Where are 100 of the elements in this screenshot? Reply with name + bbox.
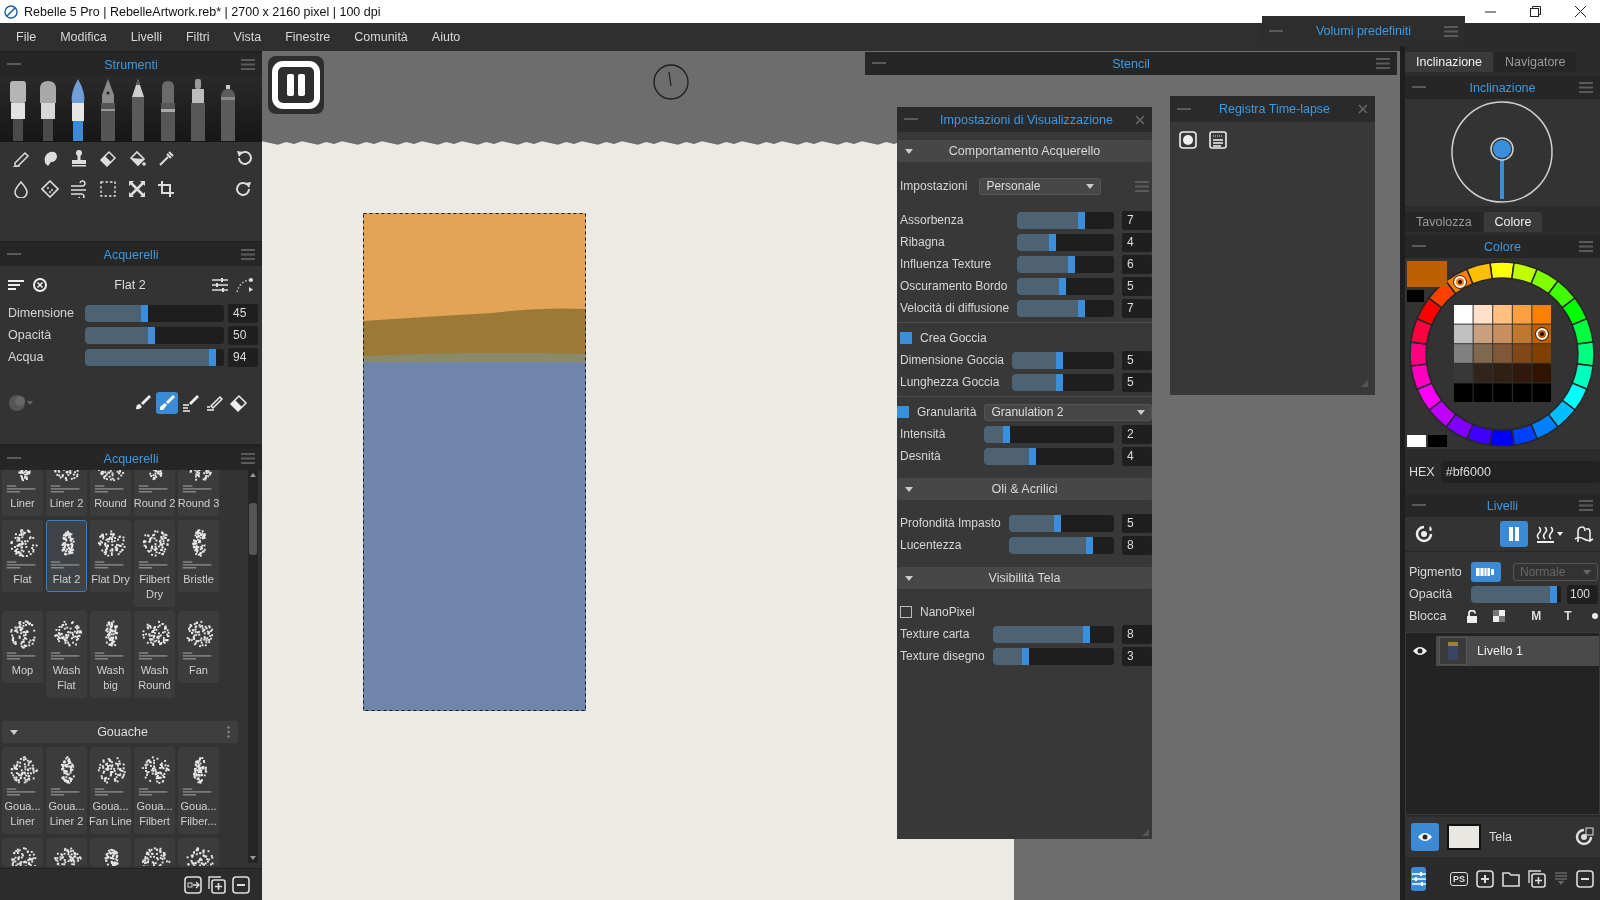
checkbox[interactable] xyxy=(900,606,912,618)
reset-icon[interactable] xyxy=(32,277,48,293)
drop-icon[interactable] xyxy=(11,179,30,198)
section-header[interactable]: Visibilità Tela xyxy=(897,567,1152,589)
brush-tile[interactable]: Mop xyxy=(2,611,43,683)
eraser-icon[interactable] xyxy=(98,148,117,167)
redo-icon[interactable] xyxy=(234,179,253,198)
color-wheel[interactable] xyxy=(1409,261,1595,447)
menu-item[interactable]: Comunità xyxy=(348,26,414,48)
slider[interactable] xyxy=(1012,373,1114,391)
curve-path-icon[interactable] xyxy=(236,277,254,293)
fountain-icon[interactable] xyxy=(1574,524,1594,544)
undo-icon[interactable] xyxy=(234,148,253,167)
secondary-color-swatch[interactable] xyxy=(1407,290,1424,302)
checkbox[interactable] xyxy=(897,406,909,418)
value-field[interactable]: 2 xyxy=(1122,424,1152,444)
brush-tile[interactable]: Wash Round xyxy=(134,611,175,698)
value-field[interactable]: 4 xyxy=(1122,446,1152,466)
lock-toggle[interactable]: M xyxy=(1527,609,1546,623)
brush-tile[interactable]: Fan xyxy=(178,611,219,683)
duplicate-icon[interactable] xyxy=(208,875,226,894)
group-header[interactable]: Gouache xyxy=(2,721,238,743)
value-field[interactable]: 4 xyxy=(1122,232,1152,252)
slider[interactable] xyxy=(992,647,1114,665)
menu-item[interactable]: Modifica xyxy=(54,26,113,48)
brush-tile[interactable]: Round 2 xyxy=(134,470,175,516)
menu-item[interactable]: Finestre xyxy=(279,26,337,48)
remove-icon[interactable] xyxy=(232,875,250,894)
steam-icon[interactable] xyxy=(1536,525,1564,543)
dropdown[interactable]: Personale xyxy=(979,177,1102,195)
brush-tile[interactable]: Goua... Fan Line xyxy=(90,747,131,834)
lock-toggle[interactable]: T xyxy=(1560,609,1576,623)
brush-tile[interactable]: Goua... Liner 2 xyxy=(46,747,87,834)
record-icon[interactable] xyxy=(1179,131,1197,149)
slider[interactable] xyxy=(984,447,1114,465)
crop-icon[interactable] xyxy=(156,179,175,198)
brush-tile[interactable]: Goua... Filber... xyxy=(178,747,219,834)
remove-icon[interactable] xyxy=(1576,869,1594,888)
value-field[interactable]: 100 xyxy=(1567,584,1598,604)
current-color-swatch[interactable] xyxy=(1407,261,1447,287)
psd-button[interactable]: PS xyxy=(1450,871,1468,886)
layer-row[interactable]: Livello 1 xyxy=(1436,636,1599,666)
brush-tile[interactable]: Flat xyxy=(2,520,43,592)
slider[interactable] xyxy=(984,425,1114,443)
duplicate-icon[interactable] xyxy=(1528,869,1546,888)
value-field[interactable]: 5 xyxy=(1122,276,1152,296)
value-field[interactable]: 45 xyxy=(228,303,258,323)
folder-icon[interactable] xyxy=(1502,870,1520,887)
visibility-button[interactable] xyxy=(1411,823,1439,851)
hex-field[interactable]: #bf6000 xyxy=(1440,461,1600,483)
value-field[interactable]: 7 xyxy=(1122,298,1152,318)
value-field[interactable]: 8 xyxy=(1122,535,1152,555)
marquee-icon[interactable] xyxy=(98,179,117,198)
checker-icon[interactable] xyxy=(1492,610,1505,622)
pigment-toggle[interactable] xyxy=(1471,562,1501,582)
resize-grip-icon[interactable] xyxy=(1142,829,1149,836)
mode-button[interactable] xyxy=(180,392,202,414)
brush-tile[interactable]: Flat Dry xyxy=(90,520,131,592)
restore-icon[interactable] xyxy=(1530,6,1541,17)
menu-item[interactable]: Filtri xyxy=(179,26,216,48)
lock-icon[interactable] xyxy=(1465,609,1478,623)
wet-view-icon[interactable] xyxy=(1574,827,1594,847)
value-field[interactable]: 6 xyxy=(1122,254,1152,274)
brush-tile[interactable]: Wash big xyxy=(90,611,131,698)
wind-icon[interactable] xyxy=(69,179,88,198)
drop-eye-icon[interactable] xyxy=(1415,525,1433,543)
value-field[interactable]: 8 xyxy=(1122,624,1152,644)
settings-sliders-icon[interactable] xyxy=(212,278,228,292)
tab[interactable]: Tavolozza xyxy=(1405,212,1483,232)
value-field[interactable]: 5 xyxy=(1122,372,1152,392)
brush-tile[interactable]: Liner xyxy=(2,470,43,516)
brush-tile[interactable]: Goua... Filbert xyxy=(134,747,175,834)
checkbox[interactable] xyxy=(900,332,912,344)
brush-tile[interactable]: Bristle xyxy=(178,520,219,592)
brush-tile[interactable]: Goua... Liner xyxy=(2,747,43,834)
bucket-icon[interactable] xyxy=(127,148,146,167)
slider[interactable] xyxy=(1017,211,1114,229)
slider[interactable] xyxy=(1017,277,1114,295)
brush-tile[interactable]: Round 3 xyxy=(178,470,219,516)
slider[interactable] xyxy=(1012,351,1114,369)
diamond-icon[interactable] xyxy=(40,179,59,198)
slider[interactable] xyxy=(1008,536,1114,554)
list-icon[interactable] xyxy=(1209,131,1227,149)
merge-down-icon[interactable] xyxy=(1554,870,1568,887)
slider[interactable] xyxy=(85,326,224,344)
quick-swatch[interactable] xyxy=(1428,435,1447,447)
mode-button[interactable] xyxy=(228,392,250,414)
add-icon[interactable] xyxy=(1476,869,1494,888)
tab[interactable]: Colore xyxy=(1483,212,1543,232)
brush-tile[interactable]: Liner 2 xyxy=(46,470,87,516)
expand-icon[interactable] xyxy=(127,179,146,198)
value-field[interactable]: 3 xyxy=(1122,646,1152,666)
tab[interactable]: Inclinazione xyxy=(1405,52,1493,72)
export-icon[interactable] xyxy=(184,875,202,894)
list-icon[interactable] xyxy=(8,279,24,291)
menu-item[interactable]: Aiuto xyxy=(425,26,467,48)
section-header[interactable]: Oli & Acrilici xyxy=(897,478,1152,500)
slider[interactable] xyxy=(1008,514,1114,532)
color-grid[interactable] xyxy=(1454,305,1551,402)
brush-tile[interactable]: Flat 2 xyxy=(46,520,87,592)
